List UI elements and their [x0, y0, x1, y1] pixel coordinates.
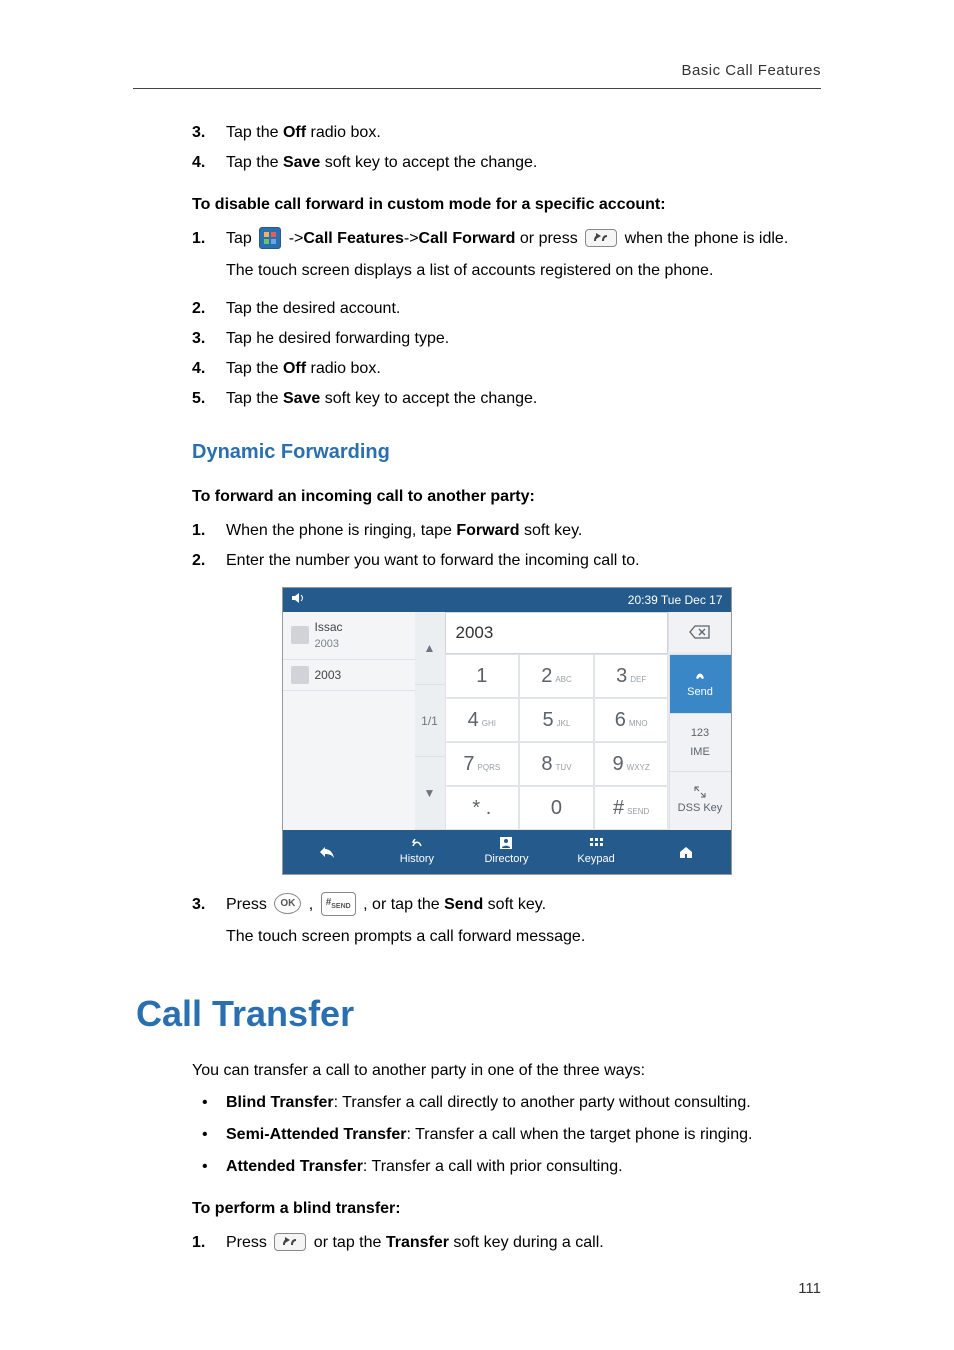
account-ext: 2003: [315, 636, 343, 653]
speaker-icon: [291, 591, 305, 609]
step-note: The touch screen displays a list of acco…: [226, 259, 821, 283]
step-text: Tap ->Call Features->Call Forward or pre…: [226, 227, 821, 291]
dial-input[interactable]: 2003: [445, 612, 668, 654]
chapter-heading: Call Transfer: [136, 987, 821, 1041]
history-button[interactable]: History: [372, 830, 462, 874]
step-number: 3.: [192, 893, 226, 957]
avatar-icon: [291, 626, 309, 644]
subheading: To perform a blind transfer:: [192, 1197, 821, 1221]
bullet-icon: [202, 1091, 226, 1115]
step-text: Tap the Save soft key to accept the chan…: [226, 151, 821, 175]
key-6[interactable]: 6MNO: [594, 698, 669, 742]
key-hash[interactable]: #SEND: [594, 786, 669, 830]
phone-screenshot: 20:39 Tue Dec 17 Issac 2003 2003: [282, 587, 732, 875]
intro-text: You can transfer a call to another party…: [192, 1059, 821, 1083]
hash-send-key-icon: #SEND: [321, 892, 356, 916]
ok-key-icon: OK: [274, 893, 301, 914]
send-button[interactable]: Send: [669, 654, 731, 713]
step-text: Press OK , #SEND , or tap the Send soft …: [226, 893, 821, 957]
apps-icon: [259, 227, 281, 249]
step-number: 1.: [192, 227, 226, 291]
account-name: Issac: [315, 618, 343, 636]
bullet-text: Blind Transfer: Transfer a call directly…: [226, 1091, 751, 1115]
step-number: 4.: [192, 357, 226, 381]
key-5[interactable]: 5JKL: [519, 698, 594, 742]
step-note: The touch screen prompts a call forward …: [226, 925, 821, 949]
key-1[interactable]: 1: [445, 654, 520, 698]
step-number: 4.: [192, 151, 226, 175]
home-button[interactable]: [641, 830, 731, 874]
scroll-down-button[interactable]: ▼: [415, 757, 445, 830]
keypad-button[interactable]: Keypad: [551, 830, 641, 874]
header-rule: [133, 88, 821, 89]
step-text: Tap he desired forwarding type.: [226, 327, 821, 351]
step-text: Press or tap the Transfer soft key durin…: [226, 1231, 821, 1255]
ime-button[interactable]: 123IME: [669, 713, 731, 772]
back-button[interactable]: [283, 830, 373, 874]
key-star[interactable]: * .: [445, 786, 520, 830]
bullet-text: Attended Transfer: Transfer a call with …: [226, 1155, 623, 1179]
account-item[interactable]: Issac 2003: [283, 612, 415, 660]
status-time: 20:39 Tue Dec 17: [628, 591, 723, 609]
step-number: 5.: [192, 387, 226, 411]
step-text: Tap the desired account.: [226, 297, 821, 321]
bullet-text: Semi-Attended Transfer: Transfer a call …: [226, 1123, 752, 1147]
step-text: Tap the Off radio box.: [226, 121, 821, 145]
directory-button[interactable]: Directory: [462, 830, 552, 874]
bullet-icon: [202, 1123, 226, 1147]
dsskey-button[interactable]: DSS Key: [669, 771, 731, 830]
forward-key-icon: [585, 229, 617, 247]
key-8[interactable]: 8TUV: [519, 742, 594, 786]
page-indicator: 1/1: [415, 685, 445, 758]
step-text: Tap the Save soft key to accept the chan…: [226, 387, 821, 411]
step-text: When the phone is ringing, tape Forward …: [226, 519, 821, 543]
key-3[interactable]: 3DEF: [594, 654, 669, 698]
section-heading: Dynamic Forwarding: [192, 437, 821, 467]
step-text: Enter the number you want to forward the…: [226, 549, 821, 573]
step-number: 2.: [192, 549, 226, 573]
key-9[interactable]: 9WXYZ: [594, 742, 669, 786]
account-item[interactable]: 2003: [283, 660, 415, 691]
step-number: 1.: [192, 1231, 226, 1255]
running-header: Basic Call Features: [681, 60, 821, 83]
step-number: 1.: [192, 519, 226, 543]
bullet-icon: [202, 1155, 226, 1179]
key-0[interactable]: 0: [519, 786, 594, 830]
key-2[interactable]: 2ABC: [519, 654, 594, 698]
step-number: 3.: [192, 327, 226, 351]
page-number: 111: [798, 1278, 821, 1301]
account-ext: 2003: [315, 666, 342, 684]
subheading: To forward an incoming call to another p…: [192, 485, 821, 509]
avatar-icon: [291, 666, 309, 684]
transfer-key-icon: [274, 1233, 306, 1251]
subheading: To disable call forward in custom mode f…: [192, 193, 821, 217]
step-number: 3.: [192, 121, 226, 145]
scroll-up-button[interactable]: ▲: [415, 612, 445, 685]
step-number: 2.: [192, 297, 226, 321]
key-4[interactable]: 4GHI: [445, 698, 520, 742]
step-text: Tap the Off radio box.: [226, 357, 821, 381]
key-7[interactable]: 7PQRS: [445, 742, 520, 786]
backspace-button[interactable]: [668, 612, 731, 652]
